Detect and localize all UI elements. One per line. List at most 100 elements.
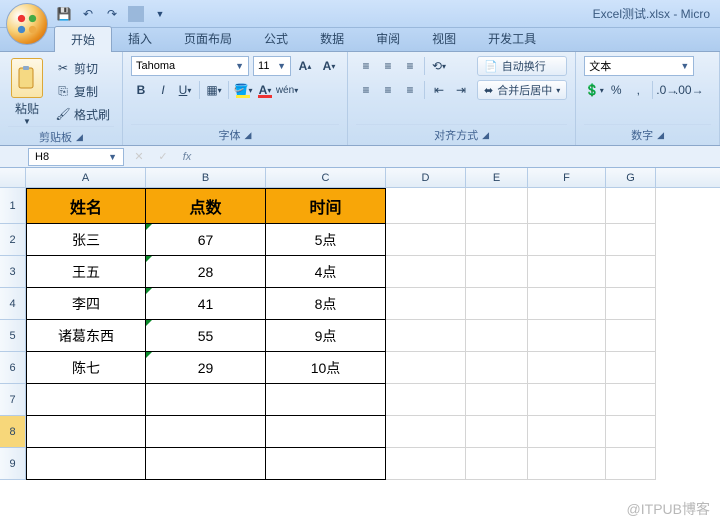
name-box[interactable]: H8▼ <box>28 148 124 166</box>
col-header[interactable]: A <box>26 168 146 187</box>
cell[interactable]: 陈七 <box>26 352 146 384</box>
cell[interactable] <box>466 416 528 448</box>
border-button[interactable]: ▦▾ <box>204 80 224 100</box>
tab-formula[interactable]: 公式 <box>248 26 304 51</box>
cell[interactable] <box>466 256 528 288</box>
tab-insert[interactable]: 插入 <box>112 26 168 51</box>
decrease-decimal-button[interactable]: .00→ <box>679 80 699 100</box>
cell[interactable]: 55 <box>146 320 266 352</box>
copy-button[interactable]: ⎘复制 <box>52 81 114 102</box>
font-name-combo[interactable]: Tahoma▼ <box>131 56 249 76</box>
cell[interactable] <box>386 384 466 416</box>
underline-button[interactable]: U▾ <box>175 80 195 100</box>
wrap-text-button[interactable]: 📄自动换行 <box>477 56 567 76</box>
tab-data[interactable]: 数据 <box>304 26 360 51</box>
cell[interactable] <box>528 448 606 480</box>
cell[interactable]: 时间 <box>266 188 386 224</box>
row-header[interactable]: 5 <box>0 320 26 352</box>
cell[interactable] <box>528 288 606 320</box>
grow-font-button[interactable]: A▴ <box>295 56 315 76</box>
cell[interactable] <box>606 352 656 384</box>
increase-indent-button[interactable]: ⇥ <box>451 80 471 100</box>
col-header[interactable]: F <box>528 168 606 187</box>
clipboard-launcher-icon[interactable]: ◢ <box>76 132 83 143</box>
shrink-font-button[interactable]: A▾ <box>319 56 339 76</box>
cell[interactable]: 王五 <box>26 256 146 288</box>
cell[interactable] <box>606 188 656 224</box>
font-size-combo[interactable]: 11▼ <box>253 56 291 76</box>
font-color-button[interactable]: A▾ <box>255 80 275 100</box>
redo-icon[interactable]: ↷ <box>104 6 120 22</box>
cell[interactable]: 诸葛东西 <box>26 320 146 352</box>
row-header[interactable]: 2 <box>0 224 26 256</box>
cell[interactable]: 5点 <box>266 224 386 256</box>
paste-dropdown-icon[interactable]: ▼ <box>23 117 31 126</box>
cell[interactable] <box>528 352 606 384</box>
row-header[interactable]: 4 <box>0 288 26 320</box>
align-center-button[interactable]: ≡ <box>378 80 398 100</box>
cell[interactable] <box>466 320 528 352</box>
col-header[interactable]: C <box>266 168 386 187</box>
cell[interactable] <box>386 288 466 320</box>
cell[interactable] <box>266 448 386 480</box>
cell[interactable] <box>146 448 266 480</box>
cell[interactable]: 张三 <box>26 224 146 256</box>
cell[interactable] <box>386 448 466 480</box>
cell[interactable]: 点数 <box>146 188 266 224</box>
select-all-corner[interactable] <box>0 168 26 187</box>
tab-dev[interactable]: 开发工具 <box>472 26 552 51</box>
qat-dropdown-icon[interactable]: ▼ <box>152 6 168 22</box>
row-header[interactable]: 7 <box>0 384 26 416</box>
cell[interactable] <box>466 188 528 224</box>
tab-layout[interactable]: 页面布局 <box>168 26 248 51</box>
cell[interactable] <box>26 384 146 416</box>
bold-button[interactable]: B <box>131 80 151 100</box>
accounting-button[interactable]: 💲▾ <box>584 80 604 100</box>
cell[interactable] <box>466 288 528 320</box>
font-launcher-icon[interactable]: ◢ <box>245 130 252 141</box>
cell[interactable] <box>466 448 528 480</box>
align-left-button[interactable]: ≡ <box>356 80 376 100</box>
col-header[interactable]: D <box>386 168 466 187</box>
row-header[interactable]: 3 <box>0 256 26 288</box>
tab-view[interactable]: 视图 <box>416 26 472 51</box>
cell[interactable] <box>528 384 606 416</box>
cell[interactable] <box>606 384 656 416</box>
orientation-button[interactable]: ⟲▾ <box>429 56 449 76</box>
tab-home[interactable]: 开始 <box>54 26 112 52</box>
col-header[interactable]: E <box>466 168 528 187</box>
merge-center-button[interactable]: ⬌合并后居中▾ <box>477 80 567 100</box>
row-header[interactable]: 6 <box>0 352 26 384</box>
cell[interactable] <box>386 224 466 256</box>
cell[interactable]: 67 <box>146 224 266 256</box>
cell[interactable] <box>386 352 466 384</box>
cell[interactable]: 李四 <box>26 288 146 320</box>
cell[interactable] <box>26 416 146 448</box>
cell[interactable] <box>466 352 528 384</box>
align-middle-button[interactable]: ≡ <box>378 56 398 76</box>
cell[interactable]: 29 <box>146 352 266 384</box>
cell[interactable]: 41 <box>146 288 266 320</box>
cell[interactable] <box>606 224 656 256</box>
fill-color-button[interactable]: 🪣▾ <box>233 80 253 100</box>
cell[interactable] <box>386 256 466 288</box>
row-header[interactable]: 9 <box>0 448 26 480</box>
cell[interactable] <box>528 320 606 352</box>
align-bottom-button[interactable]: ≡ <box>400 56 420 76</box>
cell[interactable]: 28 <box>146 256 266 288</box>
cancel-icon[interactable]: ✕ <box>130 148 148 166</box>
cell[interactable]: 9点 <box>266 320 386 352</box>
percent-button[interactable]: % <box>606 80 626 100</box>
format-painter-button[interactable]: 🖌格式刷 <box>52 104 114 125</box>
cell[interactable] <box>606 416 656 448</box>
cell[interactable] <box>386 188 466 224</box>
cell[interactable] <box>528 256 606 288</box>
cell[interactable] <box>146 384 266 416</box>
cell[interactable] <box>606 256 656 288</box>
paste-button[interactable] <box>11 58 43 98</box>
cell[interactable] <box>606 288 656 320</box>
fx-icon[interactable]: fx <box>178 148 196 166</box>
decrease-indent-button[interactable]: ⇤ <box>429 80 449 100</box>
cell[interactable] <box>606 448 656 480</box>
undo-icon[interactable]: ↶ <box>80 6 96 22</box>
